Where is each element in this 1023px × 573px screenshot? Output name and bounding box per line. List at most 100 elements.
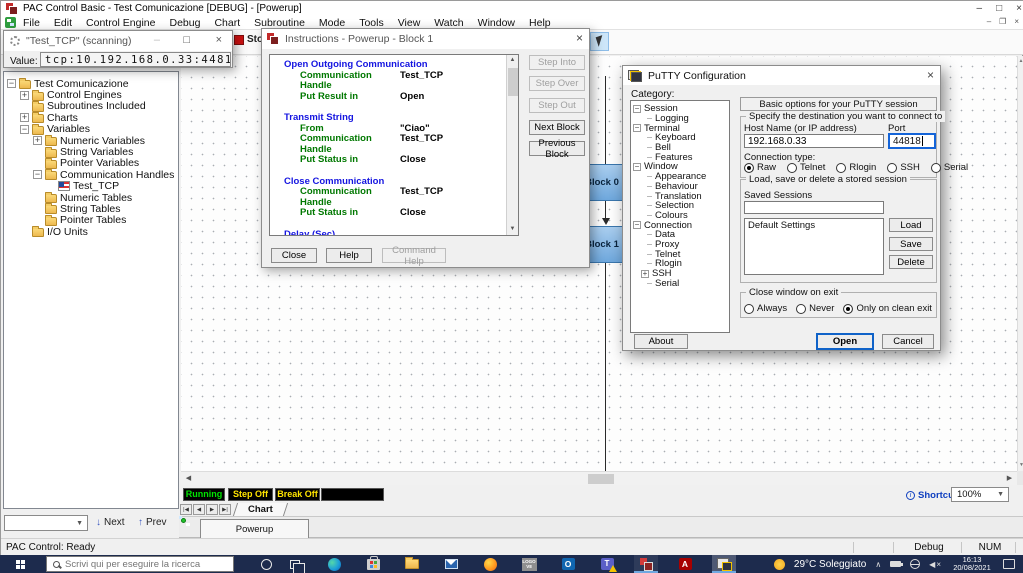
mdi-restore-icon[interactable]: ❐ [999,17,1006,26]
tree-item-string-variables[interactable]: String Variables [4,146,178,158]
close-on-exit-always[interactable]: Always [744,303,787,314]
vertical-scrollbar[interactable]: ▲ ▼ [1017,56,1023,471]
close-icon[interactable]: × [927,68,934,82]
tab-next-button[interactable]: ▶ [206,504,218,515]
category-ssh[interactable]: + SSH [631,268,729,279]
tree-toggle-icon[interactable]: − [633,124,641,133]
tab-chart[interactable]: Chart [232,503,288,516]
next-block-button[interactable]: Next Block [529,120,585,135]
menu-chart[interactable]: Chart [207,17,247,29]
putty-taskbar-button[interactable] [712,555,736,573]
stop-button[interactable]: Sto [234,34,263,45]
close-button[interactable]: Close [271,248,317,263]
category-rlogin[interactable]: Rlogin [631,258,729,269]
scroll-up-icon[interactable]: ▲ [1018,58,1023,65]
zoom-select[interactable]: 100% ▼ [951,487,1009,502]
menu-control-engine[interactable]: Control Engine [79,17,162,29]
tree-toggle-icon[interactable]: − [633,162,641,171]
tree-item-numeric-variables[interactable]: + Numeric Variables [4,135,178,147]
close-icon[interactable]: × [1016,3,1022,14]
close-icon[interactable]: × [216,34,222,46]
save-button[interactable]: Save [889,237,933,251]
teams-taskbar-button[interactable] [595,555,619,573]
connection-type-serial[interactable]: Serial [930,162,968,173]
maximize-icon[interactable]: □ [183,34,190,46]
tree-toggle-icon[interactable]: − [633,104,641,113]
tab-powerup[interactable]: Powerup [200,519,309,538]
find-prev-button[interactable]: ↑ Prev [138,517,167,528]
start-button[interactable] [0,555,46,573]
volume-muted-icon[interactable]: ◀ × [929,560,941,569]
scroll-down-icon[interactable]: ▼ [507,224,518,235]
connection-type-telnet[interactable]: Telnet [787,162,825,173]
connection-type-ssh[interactable]: SSH [887,162,920,173]
tab-prev-button[interactable]: ◀ [193,504,205,515]
horizontal-scrollbar[interactable]: ◀ ▶ [181,471,1017,485]
session-listbox[interactable]: Default Settings [744,218,884,275]
tree-item-test-tcp[interactable]: Test_TCP [4,180,178,192]
tree-toggle-icon[interactable]: − [633,221,641,230]
search-input[interactable] [65,558,215,570]
file-explorer-taskbar-button[interactable] [400,555,424,573]
tree-item-control-engines[interactable]: + Control Engines [4,89,178,101]
tree-item-communication-handles[interactable]: − Communication Handles [4,169,178,181]
menu-view[interactable]: View [391,17,428,29]
menu-help[interactable]: Help [522,17,558,29]
tree-toggle-icon[interactable]: + [20,90,29,100]
delete-button[interactable]: Delete [889,255,933,269]
scroll-up-icon[interactable]: ▲ [507,55,518,66]
tree-item-string-tables[interactable]: String Tables [4,203,178,215]
hostname-field[interactable] [744,134,884,148]
find-dropdown[interactable]: ▼ [4,515,88,531]
connection-type-rlogin[interactable]: Rlogin [836,162,876,173]
previous-block-button[interactable]: Previous Block [529,138,585,160]
menu-debug[interactable]: Debug [162,17,207,29]
menu-file[interactable]: File [16,17,47,29]
scroll-right-icon[interactable]: ▶ [1003,473,1016,485]
port-field[interactable]: 44818 [888,133,936,149]
minimize-icon[interactable]: – [154,34,160,46]
close-icon[interactable]: × [576,31,583,45]
weather-text[interactable]: 29°C Soleggiato [794,559,866,570]
weather-sun-icon[interactable] [773,558,785,570]
open-button[interactable]: Open [816,333,874,350]
help-button[interactable]: Help [326,248,372,263]
tree-item-numeric-tables[interactable]: Numeric Tables [4,192,178,204]
logo-v8-taskbar-button[interactable] [517,555,541,573]
close-on-exit-only-on-clean-exit[interactable]: Only on clean exit [843,303,932,314]
menu-window[interactable]: Window [471,17,522,29]
tree-item-subroutines-included[interactable]: Subroutines Included [4,100,178,112]
session-item-default-settings[interactable]: Default Settings [748,220,880,231]
tree-toggle-icon[interactable]: + [641,269,649,278]
connection-type-raw[interactable]: Raw [744,162,776,173]
pac-titlebar[interactable]: PAC Control Basic - Test Comunicazione [… [1,1,1023,16]
tree-toggle-icon[interactable]: + [33,136,42,146]
menu-edit[interactable]: Edit [47,17,79,29]
mdi-minimize-icon[interactable]: – [987,17,991,26]
tab-first-button[interactable]: |◀ [180,504,192,515]
instruction-list[interactable]: Open Outgoing Communication Communication… [269,54,519,236]
tree-item-pointer-variables[interactable]: Pointer Variables [4,157,178,169]
tree-item-i-o-units[interactable]: I/O Units [4,226,178,238]
tree-item-variables[interactable]: − Variables [4,123,178,135]
battery-icon[interactable] [890,561,904,567]
load-button[interactable]: Load [889,218,933,232]
scroll-down-icon[interactable]: ▼ [1019,462,1023,469]
scan-dialog-titlebar[interactable]: "Test_TCP" (scanning) – □ × [4,31,232,51]
outlook-taskbar-button[interactable] [556,555,580,573]
tree-toggle-icon[interactable]: − [20,124,29,134]
scrollbar-thumb[interactable] [508,68,518,96]
pointer-tool-button[interactable] [590,32,609,51]
category-connection[interactable]: − Connection [631,220,729,231]
menu-mode[interactable]: Mode [312,17,352,29]
task-view-icon[interactable] [290,559,305,573]
tree-item-charts[interactable]: + Charts [4,112,178,124]
category-data[interactable]: Data [631,229,729,240]
category-keyboard[interactable]: Keyboard [631,132,729,143]
tree-toggle-icon[interactable]: − [7,79,16,89]
menu-tools[interactable]: Tools [352,17,391,29]
clock[interactable]: 16:13 20/08/2021 [950,555,994,573]
firefox-taskbar-button[interactable] [478,555,502,573]
menu-subroutine[interactable]: Subroutine [247,17,312,29]
find-next-button[interactable]: ↓ Next [96,517,125,528]
